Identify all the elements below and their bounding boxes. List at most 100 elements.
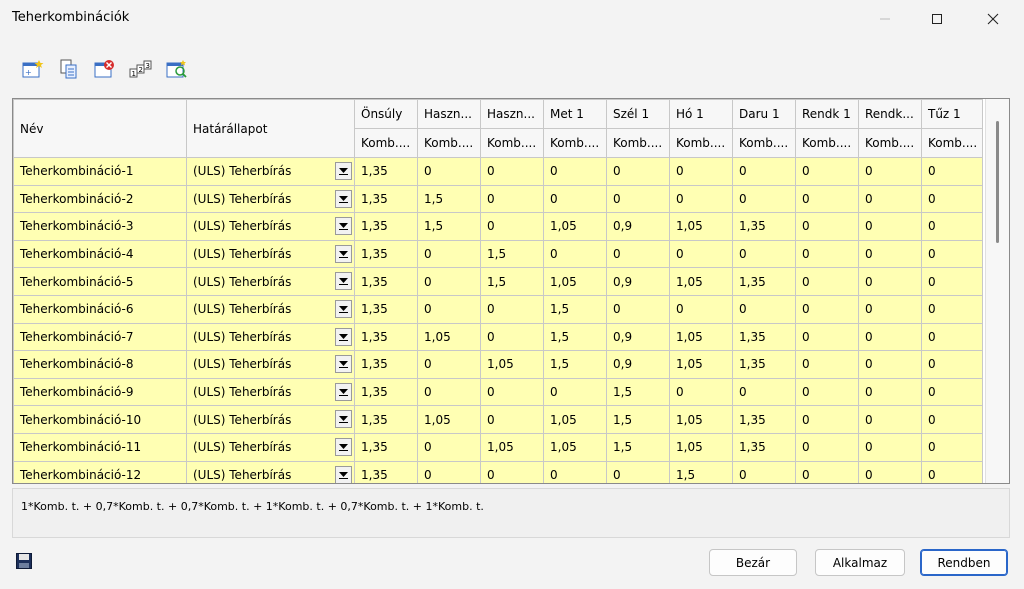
factor-cell[interactable]: 0 [858,157,922,186]
table-row[interactable]: Teherkombináció-12 (ULS) Teherbírás 1,35 0 0… [13,460,983,483]
factor-cell[interactable]: 0 [858,239,922,269]
factor-cell[interactable]: 1,05 [669,212,733,241]
dropdown-arrow-icon[interactable] [335,217,352,236]
factor-cell[interactable]: 1,35 [354,267,418,296]
limit-state-dropdown[interactable]: (ULS) Teherbírás [186,184,355,214]
factor-cell[interactable]: 0 [858,432,922,462]
factor-cell[interactable]: 0 [543,157,607,186]
limit-state-dropdown[interactable]: (ULS) Teherbírás [186,460,355,483]
factor-cell[interactable]: 1,35 [732,350,796,379]
table-row[interactable]: Teherkombináció-6 (ULS) Teherbírás 1,35 0 0 1… [13,294,983,324]
factor-cell[interactable]: 1,05 [543,432,607,462]
factor-cell[interactable]: 0 [858,460,922,483]
factor-cell[interactable]: 0 [795,322,859,352]
factor-cell[interactable]: 0 [795,294,859,324]
factor-cell[interactable]: 1,5 [543,350,607,379]
factor-cell[interactable]: 1,5 [417,184,481,214]
factor-cell[interactable]: 0 [732,239,796,269]
factor-cell[interactable]: 1,35 [354,350,418,379]
factor-cell[interactable]: 0 [669,239,733,269]
factor-cell[interactable]: 0 [921,350,983,379]
factor-cell[interactable]: 0 [921,157,983,186]
close-window-button[interactable] [970,0,1016,38]
factor-cell[interactable]: 0,9 [606,267,670,296]
factor-cell[interactable]: 0 [858,350,922,379]
factor-cell[interactable]: 0 [795,350,859,379]
numbering-button[interactable]: 1 2 3 [128,56,154,82]
column-header-load-case[interactable]: Haszn... [417,99,481,129]
column-header-load-case[interactable]: Rendk... [858,99,922,129]
ok-button[interactable]: Rendben [920,549,1008,576]
factor-cell[interactable]: 1,35 [354,377,418,407]
combination-name-cell[interactable]: Teherkombináció-7 [13,322,187,352]
factor-cell[interactable]: 0 [669,377,733,407]
factor-cell[interactable]: 1,35 [354,460,418,483]
factor-cell[interactable]: 1,05 [480,350,544,379]
factor-cell[interactable]: 1,35 [354,294,418,324]
column-subheader-combination-type[interactable]: Komb.... [795,128,859,158]
factor-cell[interactable]: 1,35 [354,184,418,214]
factor-cell[interactable]: 0 [732,294,796,324]
factor-cell[interactable]: 0 [417,157,481,186]
factor-cell[interactable]: 0 [480,184,544,214]
factor-cell[interactable]: 1,5 [669,460,733,483]
factor-cell[interactable]: 0 [795,157,859,186]
combination-name-cell[interactable]: Teherkombináció-1 [13,157,187,186]
factor-cell[interactable]: 1,35 [732,432,796,462]
combination-name-cell[interactable]: Teherkombináció-4 [13,239,187,269]
factor-cell[interactable]: 0 [543,239,607,269]
factor-cell[interactable]: 0 [417,267,481,296]
column-subheader-combination-type[interactable]: Komb.... [921,128,983,158]
factor-cell[interactable]: 0 [480,377,544,407]
factor-cell[interactable]: 0 [669,184,733,214]
factor-cell[interactable]: 0 [921,294,983,324]
factor-cell[interactable]: 1,5 [480,239,544,269]
dropdown-arrow-icon[interactable] [335,272,352,291]
table-row[interactable]: Teherkombináció-9 (ULS) Teherbírás 1,35 0 0 0… [13,377,983,407]
factor-cell[interactable]: 0 [606,460,670,483]
factor-cell[interactable]: 1,5 [480,267,544,296]
factor-cell[interactable]: 1,05 [543,405,607,434]
dropdown-arrow-icon[interactable] [335,437,352,456]
factor-cell[interactable]: 1,05 [669,432,733,462]
factor-cell[interactable]: 1,35 [354,405,418,434]
factor-cell[interactable]: 1,05 [669,350,733,379]
factor-cell[interactable]: 0 [858,267,922,296]
factor-cell[interactable]: 0 [606,157,670,186]
combinations-grid[interactable]: Név Határállapot Önsúly Haszn... Haszn... Met… [12,98,1010,484]
column-header-load-case[interactable]: Rendk 1 [795,99,859,129]
factor-cell[interactable]: 0 [921,239,983,269]
factor-cell[interactable]: 0 [543,377,607,407]
table-row[interactable]: Teherkombináció-7 (ULS) Teherbírás 1,35 1,0… [13,322,983,352]
copy-button[interactable] [56,56,82,82]
factor-cell[interactable]: 1,5 [606,432,670,462]
factor-cell[interactable]: 1,05 [669,405,733,434]
factor-cell[interactable]: 0 [732,460,796,483]
limit-state-dropdown[interactable]: (ULS) Teherbírás [186,294,355,324]
factor-cell[interactable]: 1,5 [606,405,670,434]
factor-cell[interactable]: 0 [795,377,859,407]
combination-name-cell[interactable]: Teherkombináció-8 [13,350,187,379]
factor-cell[interactable]: 0 [732,157,796,186]
factor-cell[interactable]: 0 [417,294,481,324]
column-subheader-combination-type[interactable]: Komb.... [858,128,922,158]
factor-cell[interactable]: 1,5 [543,322,607,352]
factor-cell[interactable]: 0 [543,460,607,483]
factor-cell[interactable]: 0 [921,322,983,352]
column-header-load-case[interactable]: Daru 1 [732,99,796,129]
delete-button[interactable] [92,56,118,82]
factor-cell[interactable]: 1,05 [669,267,733,296]
factor-cell[interactable]: 0 [732,377,796,407]
table-row[interactable]: Teherkombináció-5 (ULS) Teherbírás 1,35 0 1,… [13,267,983,296]
new-combination-button[interactable]: + [20,56,46,82]
column-header-load-case[interactable]: Tűz 1 [921,99,983,129]
table-row[interactable]: Teherkombináció-2 (ULS) Teherbírás 1,35 1,5… [13,184,983,214]
column-header-load-case[interactable]: Haszn... [480,99,544,129]
factor-cell[interactable]: 0 [417,350,481,379]
factor-cell[interactable]: 1,05 [543,267,607,296]
factor-cell[interactable]: 0 [858,377,922,407]
limit-state-dropdown[interactable]: (ULS) Teherbírás [186,322,355,352]
factor-cell[interactable]: 0 [795,432,859,462]
factor-cell[interactable]: 0 [480,294,544,324]
combination-name-cell[interactable]: Teherkombináció-2 [13,184,187,214]
